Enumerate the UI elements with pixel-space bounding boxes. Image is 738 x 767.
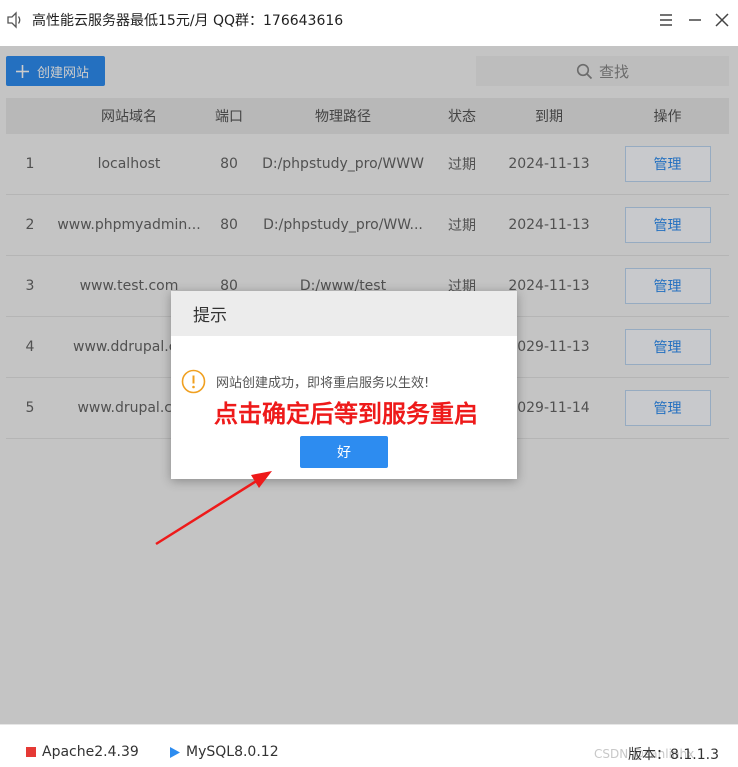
ok-button[interactable]: 好 (300, 436, 388, 468)
close-icon[interactable] (712, 10, 732, 30)
speaker-icon (7, 11, 21, 29)
stopped-icon (26, 747, 36, 757)
window-title: 高性能云服务器最低15元/月 QQ群：176643616 (32, 13, 344, 29)
minimize-icon[interactable] (685, 10, 705, 30)
dialog-message-row: 网站创建成功，即将重启服务以生效! (181, 369, 429, 394)
dialog-title: 提示 (171, 291, 517, 336)
title-bar: 高性能云服务器最低15元/月 QQ群：176643616 (0, 0, 738, 42)
mysql-service[interactable]: MySQL8.0.12 (170, 744, 279, 760)
dialog-message: 网站创建成功，即将重启服务以生效! (216, 376, 430, 391)
alert-dialog: 提示 网站创建成功，即将重启服务以生效! 好 (171, 291, 517, 479)
status-bar: Apache2.4.39 MySQL8.0.12 CSDN @sanlinhx … (0, 724, 738, 767)
mysql-label: MySQL8.0.12 (186, 744, 279, 760)
play-icon (170, 746, 180, 758)
warning-icon (181, 369, 206, 394)
apache-service[interactable]: Apache2.4.39 (26, 744, 139, 760)
annotation-text: 点击确定后等到服务重启 (214, 400, 478, 428)
version-text: 版本：8.1.1.3 (628, 747, 719, 763)
apache-label: Apache2.4.39 (42, 744, 139, 760)
menu-icon[interactable] (656, 10, 676, 30)
